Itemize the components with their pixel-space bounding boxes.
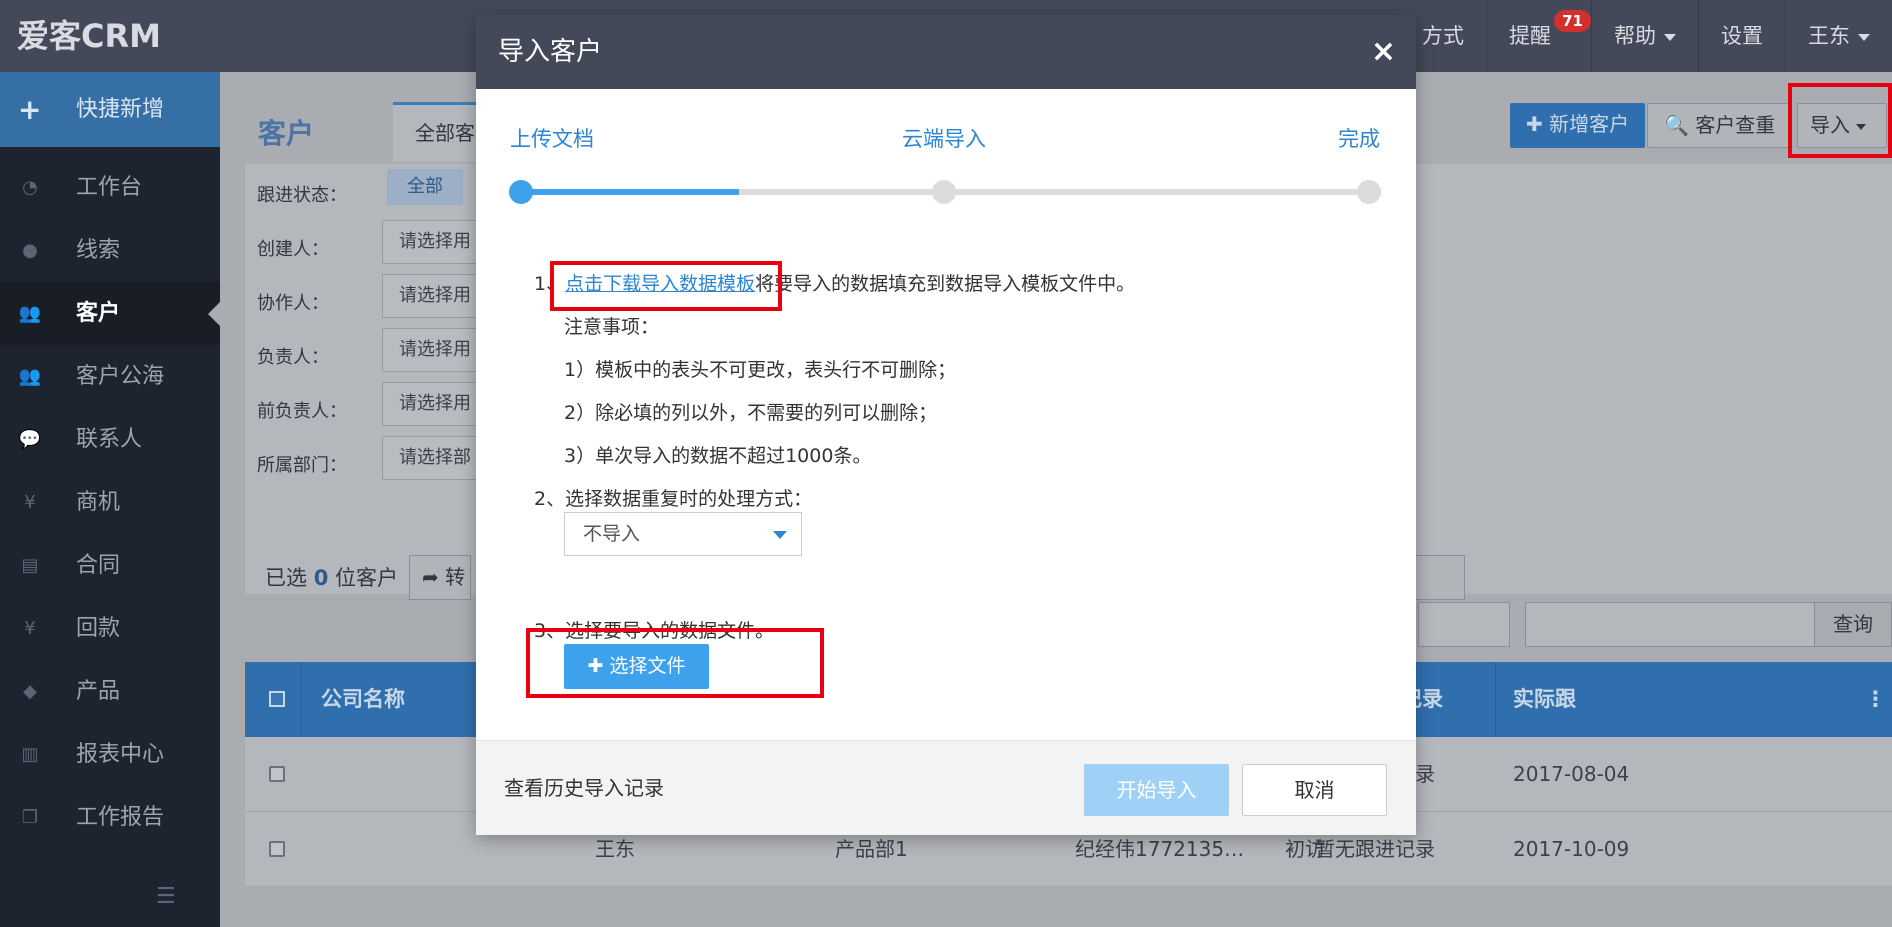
sidebar-item-opportunities[interactable]: ¥ 商机: [0, 471, 220, 534]
selected-count: 0: [313, 566, 329, 590]
remind-badge: 71: [1554, 10, 1591, 32]
search-button[interactable]: 查询: [1814, 602, 1892, 647]
dept-select[interactable]: 请选择部: [382, 436, 477, 480]
collapse-sidebar-icon[interactable]: ☰: [156, 884, 176, 909]
creator-select[interactable]: 请选择用: [382, 220, 477, 264]
note-3: 3）单次导入的数据不超过1000条。: [564, 445, 872, 467]
plus-icon: ✚: [1526, 112, 1550, 136]
sidebar-item-products[interactable]: ◆ 产品: [0, 660, 220, 723]
help-menu[interactable]: 帮助: [1592, 0, 1698, 72]
start-import-button[interactable]: 开始导入: [1084, 764, 1229, 816]
add-customer-button[interactable]: ✚ 新增客户: [1510, 103, 1646, 148]
chevron-down-icon: [1664, 33, 1676, 41]
yen-icon: ¥: [24, 492, 36, 513]
status-filter-label: 跟进状态：: [257, 185, 347, 206]
sidebar-item-customers[interactable]: 👥 客户: [0, 282, 220, 345]
copy-icon: ❐: [21, 807, 39, 828]
step-progress-fill: [521, 189, 739, 195]
sidebar-item-workbench[interactable]: ◔ 工作台: [0, 156, 220, 219]
duplicate-handling-select[interactable]: 不导入: [564, 512, 802, 556]
collab-select[interactable]: 请选择用: [382, 274, 477, 318]
sidebar: + 快捷新增 ◔ 工作台 ● 线索 👥 客户 👥 客户公海 💬 联系人 ¥ 商机 ▤ 合同 ¥…: [0, 72, 220, 927]
select-all-checkbox[interactable]: [269, 691, 285, 707]
choose-file-highlight-box: [526, 628, 824, 698]
sidebar-item-payments[interactable]: ¥ 回款: [0, 597, 220, 660]
bar-chart-icon: ▥: [21, 744, 39, 765]
quick-add-button[interactable]: + 快捷新增: [0, 72, 220, 147]
dept-filter-label: 所属部门：: [257, 455, 347, 476]
document-icon: ▤: [21, 555, 39, 576]
column-actual[interactable]: 实际跟: [1513, 662, 1576, 737]
remind-label: 提醒: [1509, 24, 1551, 48]
chevron-down-icon: [773, 531, 787, 539]
notes-title: 注意事项：: [564, 316, 660, 338]
users-icon: 👥: [18, 366, 42, 387]
selected-count-text: 已选 0 位客户: [265, 566, 398, 590]
search-icon: 🔍: [1664, 113, 1696, 137]
top-nav: 方式 提醒 71 帮助 设置 王东: [1400, 0, 1892, 72]
column-company[interactable]: 公司名称: [321, 662, 405, 737]
note-2: 2）除必填的列以外，不需要的列可以删除；: [564, 402, 938, 424]
remind-menu[interactable]: 提醒 71: [1487, 0, 1591, 72]
chevron-down-icon: [1858, 33, 1870, 41]
sidebar-item-contracts[interactable]: ▤ 合同: [0, 534, 220, 597]
download-link-highlight-box: [550, 261, 782, 311]
dashboard-icon: ◔: [22, 177, 38, 198]
cancel-button[interactable]: 取消: [1242, 764, 1387, 816]
step-dot-cloud: [932, 180, 956, 204]
tags-icon: ◆: [23, 681, 37, 702]
user-menu[interactable]: 王东: [1786, 0, 1892, 72]
chat-icon: 💬: [18, 429, 42, 450]
plus-icon: +: [18, 93, 42, 126]
row-checkbox[interactable]: [269, 841, 285, 857]
close-icon[interactable]: ×: [1371, 15, 1396, 89]
dedupe-button[interactable]: 🔍 客户查重: [1647, 103, 1793, 148]
page-title: 客户: [258, 117, 315, 150]
import-highlight-box: [1788, 83, 1892, 158]
sidebar-nav: ◔ 工作台 ● 线索 👥 客户 👥 客户公海 💬 联系人 ¥ 商机 ▤ 合同 ¥ 回款 ◆ 产品 …: [0, 156, 220, 849]
dialog-title: 导入客户: [498, 37, 603, 67]
users-icon: 👥: [18, 303, 42, 324]
dialog-footer: 查看历史导入记录 开始导入 取消: [476, 740, 1416, 835]
search-input[interactable]: [1525, 602, 1815, 647]
import-steps: 上传文档 云端导入 完成: [476, 89, 1416, 209]
sidebar-item-contacts[interactable]: 💬 联系人: [0, 408, 220, 471]
sidebar-item-work-reports[interactable]: ❐ 工作报告: [0, 786, 220, 849]
prev-owner-select[interactable]: 请选择用: [382, 382, 477, 426]
note-1: 1）模板中的表头不可更改，表头行不可删除；: [564, 359, 957, 381]
step-cloud-import-label: 云端导入: [902, 127, 986, 151]
step-finish-label: 完成: [1338, 127, 1380, 151]
step-dot-upload: [509, 180, 533, 204]
owner-filter-label: 负责人：: [257, 347, 329, 368]
share-icon: ➦: [422, 565, 446, 589]
yen-icon: ¥: [24, 618, 36, 639]
creator-filter-label: 创建人：: [257, 239, 329, 260]
sidebar-item-leads[interactable]: ● 线索: [0, 219, 220, 282]
collab-filter-label: 协作人：: [257, 293, 329, 314]
search-field-select[interactable]: [1418, 602, 1510, 647]
settings-menu[interactable]: 设置: [1699, 0, 1785, 72]
sidebar-item-customer-pool[interactable]: 👥 客户公海: [0, 345, 220, 408]
column-menu-icon[interactable]: ⋮: [1865, 662, 1886, 737]
step-dot-finish: [1357, 180, 1381, 204]
owner-select[interactable]: 请选择用: [382, 328, 477, 372]
import-history-link[interactable]: 查看历史导入记录: [504, 741, 664, 836]
filter-dropdown-caret[interactable]: [1415, 555, 1465, 600]
step2-line: 2、选择数据重复时的处理方式：: [534, 488, 813, 510]
prev-owner-filter-label: 前负责人：: [257, 401, 347, 422]
transfer-button[interactable]: ➦ 转: [409, 555, 471, 600]
dialog-header: 导入客户 ×: [476, 15, 1416, 89]
step-upload-label: 上传文档: [510, 127, 594, 151]
globe-icon: ●: [22, 240, 38, 261]
status-all-chip[interactable]: 全部: [387, 169, 463, 205]
import-customers-dialog: 导入客户 × 上传文档 云端导入 完成 1、点击下载导入数据模板将要导入的数据填…: [476, 15, 1416, 835]
row-checkbox[interactable]: [269, 766, 285, 782]
app-logo: 爱客CRM: [17, 17, 161, 55]
sidebar-item-reports[interactable]: ▥ 报表中心: [0, 723, 220, 786]
